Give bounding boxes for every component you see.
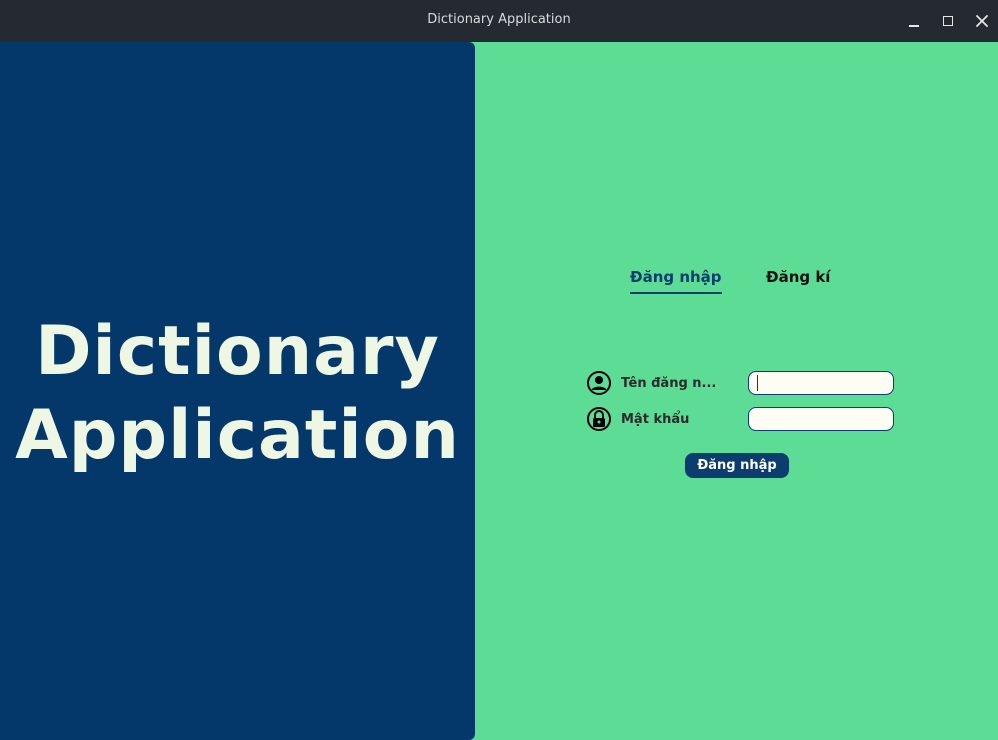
close-icon: [976, 15, 988, 27]
text-caret: [757, 375, 758, 391]
tab-register[interactable]: Đăng kí: [766, 268, 830, 286]
minimize-icon: [909, 24, 919, 27]
brand-line-1: Dictionary: [35, 312, 440, 391]
close-button[interactable]: [972, 11, 992, 31]
brand-title: Dictionary Application: [0, 310, 475, 478]
brand-line-2: Application: [15, 396, 460, 475]
lock-icon: [587, 407, 611, 431]
title-bar: Dictionary Application: [0, 0, 998, 42]
login-button[interactable]: Đăng nhập: [685, 453, 789, 478]
username-label: Tên đăng n...: [621, 376, 717, 391]
password-input[interactable]: [748, 407, 894, 431]
window-title: Dictionary Application: [427, 12, 571, 27]
user-icon: [587, 371, 611, 395]
username-input[interactable]: [748, 371, 894, 395]
password-label: Mật khẩu: [621, 412, 690, 427]
minimize-button[interactable]: [904, 11, 924, 31]
maximize-icon: [943, 16, 953, 26]
maximize-button[interactable]: [938, 11, 958, 31]
brand-panel: Dictionary Application: [0, 42, 475, 740]
app-content: Dictionary Application Đăng nhập Đăng kí…: [0, 42, 998, 740]
tab-login[interactable]: Đăng nhập: [630, 268, 722, 294]
